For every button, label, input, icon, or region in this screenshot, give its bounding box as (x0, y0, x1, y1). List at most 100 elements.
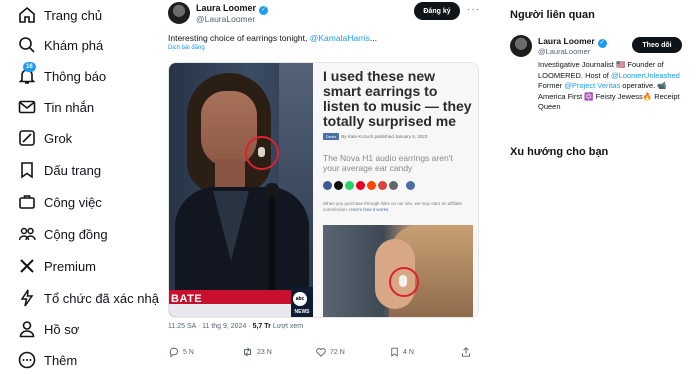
trends-title: Xu hướng cho bạn (510, 146, 609, 158)
share-button[interactable] (460, 346, 472, 358)
related-user-name-text: Laura Loomer (538, 36, 595, 46)
bookmark-count: 4 N (403, 348, 414, 356)
sidebar-item-label: Premium (44, 258, 97, 274)
sidebar-item-label: Tổ chức đã xác nhậ (44, 290, 159, 306)
email-icon (389, 181, 398, 190)
share-icon (461, 347, 471, 357)
right-sidebar: Người liên quan Laura Loomer ✓ @LauraLoom… (500, 0, 700, 374)
repost-button[interactable]: 23 N (241, 346, 272, 358)
reply-button[interactable]: 5 N (168, 346, 194, 358)
share-icons-row (323, 181, 415, 190)
news-logo-word: NEWS (294, 309, 310, 315)
sidebar-item-label: Hồ sơ (44, 321, 80, 337)
follow-button[interactable]: Theo dõi (632, 37, 682, 53)
mention-link[interactable]: @KamalaHarris (310, 33, 370, 43)
views-label: Lượt xem (270, 323, 304, 330)
pinterest-icon (356, 181, 365, 190)
byline-text: By Kate Kozuch published January 5, 2023 (341, 134, 428, 139)
microphone-stand (269, 195, 275, 305)
subscribe-button[interactable]: Đăng ký (414, 2, 460, 20)
sidebar-item-label: Công việc (44, 194, 102, 210)
post-text: Interesting choice of earrings tonight, … (168, 33, 377, 43)
sidebar-item-explore[interactable]: Khám phá (0, 30, 150, 60)
flipboard-icon (378, 181, 387, 190)
sidebar-item-bookmarks[interactable]: Dấu trang (0, 155, 150, 185)
tv-caption: BATE (171, 293, 203, 305)
sidebar-item-verified-orgs[interactable]: Tổ chức đã xác nhậ (0, 283, 159, 313)
bookmark-button[interactable]: 4 N (389, 346, 414, 358)
related-user-bio: Investigative Journalist 🇺🇸 Founder of L… (538, 60, 688, 113)
author-name-text: Laura Loomer (196, 3, 257, 13)
facebook-icon (323, 181, 332, 190)
mail-icon (18, 100, 36, 114)
reply-count: 5 N (183, 348, 194, 356)
sidebar-item-label: Khám phá (44, 37, 104, 53)
sidebar-item-label: Thông báo (44, 68, 107, 84)
home-icon (19, 6, 35, 23)
sidebar-nav: Trang chủ Khám phá 16 Thông báo Tin nhắn… (0, 0, 159, 374)
sidebar-item-label: Tin nhắn (44, 99, 95, 115)
highlight-circle (389, 267, 419, 297)
author-handle[interactable]: @LauraLoomer (196, 14, 255, 24)
post-text-part: ... (369, 33, 377, 43)
ear-closeup-photo (323, 225, 473, 317)
grok-icon (19, 130, 35, 146)
sidebar-item-label: Grok (44, 130, 73, 146)
disclaimer-link: Here's how it works. (349, 207, 390, 212)
bio-text: Former (538, 81, 565, 90)
repost-icon (244, 347, 251, 357)
view-count: 5,7 Tr (252, 323, 271, 330)
post-actions: 5 N 23 N 72 N 4 N (168, 346, 478, 364)
tv-lower-third-strip (169, 304, 291, 317)
article-screenshot: I used these new smart earrings to liste… (313, 63, 478, 317)
search-icon (19, 37, 35, 53)
sidebar-item-premium[interactable]: Premium (0, 251, 150, 281)
verified-badge-icon: ✓ (259, 6, 269, 15)
people-icon (18, 227, 36, 241)
sidebar-item-communities[interactable]: Cộng đồng (0, 219, 150, 249)
avatar[interactable] (168, 2, 190, 24)
whatsapp-icon (345, 181, 354, 190)
sidebar-item-messages[interactable]: Tin nhắn (0, 92, 150, 122)
sidebar-item-jobs[interactable]: Công việc (0, 187, 150, 217)
person-icon (19, 321, 35, 338)
article-subtitle: The Nova H1 audio earrings aren't your a… (323, 153, 453, 173)
article-byline: Deals By Kate Kozuch published January 5,… (323, 133, 427, 140)
post-timestamp[interactable]: 11:25 SA · 11 thg 9, 2024 · (168, 323, 253, 330)
post-detail: Laura Loomer ✓ @LauraLoomer Đăng ký ··· I… (152, 0, 482, 374)
sidebar-item-label: Thêm (44, 352, 78, 368)
affiliate-disclaimer: When you purchase through links on our s… (323, 201, 469, 213)
sidebar-item-label: Dấu trang (44, 162, 102, 178)
sidebar-item-more[interactable]: Thêm (0, 345, 150, 374)
reddit-icon (367, 181, 376, 190)
highlight-circle (245, 136, 279, 170)
sidebar-item-grok[interactable]: Grok (0, 123, 150, 153)
lightning-icon (20, 289, 34, 307)
repost-count: 23 N (257, 348, 272, 356)
like-button[interactable]: 72 N (315, 346, 345, 358)
verified-badge-icon: ✓ (597, 39, 607, 48)
more-options-icon[interactable]: ··· (467, 4, 480, 15)
more-circle-icon (18, 351, 36, 369)
bio-mention-link[interactable]: @Project Veritas (564, 81, 620, 90)
sidebar-item-notifications[interactable]: 16 Thông báo (0, 61, 150, 91)
x-logo-icon (20, 259, 34, 273)
sidebar-item-home[interactable]: Trang chủ (0, 0, 150, 30)
x-icon (334, 181, 343, 190)
sidebar-item-profile[interactable]: Hồ sơ (0, 314, 150, 344)
related-user-handle[interactable]: @LauraLoomer (538, 47, 590, 56)
bio-mention-link[interactable]: @LoomerUnleashed (611, 71, 680, 80)
bookmark-icon (391, 347, 398, 357)
notification-badge: 16 (23, 62, 36, 72)
translate-post-link[interactable]: Dịch bài đăng (168, 45, 205, 51)
post-meta: 11:25 SA · 11 thg 9, 2024 · 5,7 Tr Lượt … (168, 323, 303, 330)
article-title: I used these new smart earrings to liste… (323, 68, 472, 129)
news-logo: abc (293, 292, 307, 306)
bookmark-icon (21, 162, 33, 179)
post-text-part: Interesting choice of earrings tonight, (168, 33, 310, 43)
like-count: 72 N (330, 348, 345, 356)
disclaimer-text: When you purchase through links on our s… (323, 201, 462, 212)
avatar[interactable] (510, 35, 532, 57)
post-media-image[interactable]: BATE abc NEWS I used these new smart ear… (168, 62, 479, 318)
sidebar-item-label: Trang chủ (44, 7, 103, 23)
